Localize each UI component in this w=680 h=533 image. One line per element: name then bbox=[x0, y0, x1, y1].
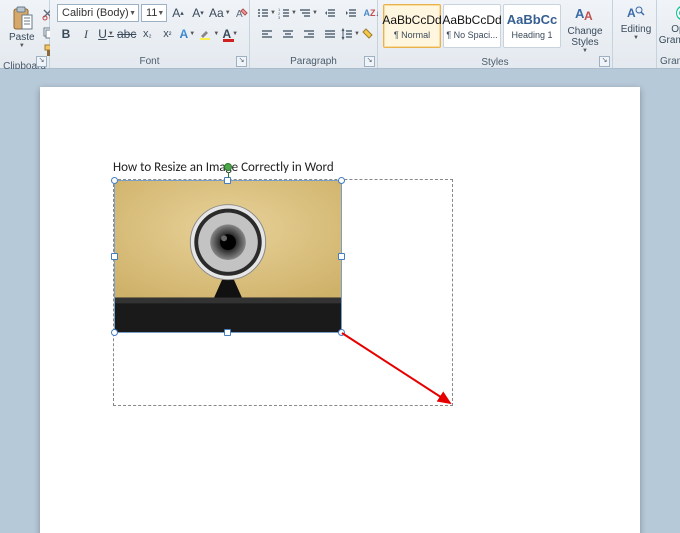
increase-indent-button[interactable] bbox=[341, 4, 360, 22]
editing-button[interactable]: A Editing ▼ bbox=[616, 2, 656, 43]
decrease-indent-button[interactable] bbox=[320, 4, 339, 22]
align-left-button[interactable] bbox=[257, 25, 276, 43]
superscript-button[interactable]: x bbox=[158, 25, 176, 43]
numbering-icon: 123 bbox=[278, 7, 290, 19]
shading-icon bbox=[362, 27, 376, 41]
resize-handle-t[interactable] bbox=[224, 177, 231, 184]
svg-text:A: A bbox=[584, 9, 593, 23]
paste-icon bbox=[11, 6, 33, 32]
shrink-font-button[interactable]: A▾ bbox=[189, 4, 207, 22]
resize-handle-bl[interactable] bbox=[111, 329, 118, 336]
style-heading-1[interactable]: AaBbCc Heading 1 bbox=[503, 4, 561, 48]
align-center-icon bbox=[282, 28, 294, 40]
paste-label: Paste bbox=[9, 32, 35, 43]
justify-button[interactable] bbox=[320, 25, 339, 43]
grow-font-button[interactable]: A▴ bbox=[169, 4, 187, 22]
resize-handle-b[interactable] bbox=[224, 329, 231, 336]
group-label-paragraph: Paragraph bbox=[253, 55, 374, 68]
group-label-grammarly: Grammarly bbox=[660, 55, 680, 68]
bullets-button[interactable]: ▼ bbox=[257, 4, 276, 22]
highlight-button[interactable]: ▼ bbox=[198, 25, 219, 43]
strikethrough-button[interactable]: abc bbox=[117, 25, 136, 43]
find-icon: A bbox=[627, 4, 645, 22]
resize-handle-tl[interactable] bbox=[111, 177, 118, 184]
line-spacing-icon bbox=[341, 28, 353, 40]
group-clipboard: Paste ▼ Clipboard ↘ bbox=[0, 0, 50, 68]
numbering-button[interactable]: 123▼ bbox=[278, 4, 297, 22]
decrease-indent-icon bbox=[324, 7, 336, 19]
font-size-combo[interactable]: 11▼ bbox=[141, 4, 167, 22]
clear-formatting-button[interactable]: A bbox=[233, 4, 251, 22]
ribbon: Paste ▼ Clipboard ↘ Calibri (B bbox=[0, 0, 680, 69]
group-grammarly: Open Grammarly Grammarly bbox=[657, 0, 680, 68]
align-right-icon bbox=[303, 28, 315, 40]
align-right-button[interactable] bbox=[299, 25, 318, 43]
justify-icon bbox=[324, 28, 336, 40]
webcam-image-icon bbox=[115, 181, 341, 332]
group-editing: A Editing ▼ bbox=[613, 0, 657, 68]
change-styles-icon: AA bbox=[575, 4, 595, 24]
change-case-button[interactable]: Aa▼ bbox=[209, 4, 231, 22]
group-paragraph: ▼ 123▼ ▼ AZ↓ ¶ bbox=[250, 0, 378, 68]
styles-dialog-launcher[interactable]: ↘ bbox=[599, 56, 610, 67]
group-label-font: Font bbox=[53, 55, 246, 68]
paragraph-dialog-launcher[interactable]: ↘ bbox=[364, 56, 375, 67]
resize-handle-r[interactable] bbox=[338, 253, 345, 260]
multilevel-list-button[interactable]: ▼ bbox=[299, 4, 318, 22]
align-center-button[interactable] bbox=[278, 25, 297, 43]
group-font: Calibri (Body)▼ 11▼ A▴ A▾ Aa▼ A B I U▼ a… bbox=[50, 0, 250, 68]
open-grammarly-button[interactable]: Open Grammarly bbox=[660, 2, 680, 48]
clear-formatting-icon: A bbox=[235, 6, 249, 20]
font-dialog-launcher[interactable]: ↘ bbox=[236, 56, 247, 67]
group-styles: AaBbCcDd ¶ Normal AaBbCcDd ¶ No Spaci...… bbox=[378, 0, 613, 68]
bullets-icon bbox=[257, 7, 269, 19]
resize-handle-tr[interactable] bbox=[338, 177, 345, 184]
style-normal[interactable]: AaBbCcDd ¶ Normal bbox=[383, 4, 441, 48]
bold-button[interactable]: B bbox=[57, 25, 75, 43]
underline-button[interactable]: U▼ bbox=[97, 25, 115, 43]
highlight-icon bbox=[198, 27, 212, 41]
font-color-button[interactable]: A ▼ bbox=[221, 25, 239, 43]
increase-indent-icon bbox=[345, 7, 357, 19]
text-effects-button[interactable]: A▼ bbox=[178, 25, 196, 43]
paste-button[interactable]: Paste ▼ bbox=[5, 4, 39, 50]
resize-handle-l[interactable] bbox=[111, 253, 118, 260]
svg-text:3: 3 bbox=[278, 15, 281, 19]
multilevel-icon bbox=[299, 7, 311, 19]
align-left-icon bbox=[261, 28, 273, 40]
group-label-styles: Styles bbox=[381, 56, 609, 69]
grammarly-icon bbox=[675, 4, 680, 22]
rotate-handle[interactable] bbox=[224, 163, 232, 171]
inserted-image[interactable] bbox=[114, 180, 342, 333]
style-no-spacing[interactable]: AaBbCcDd ¶ No Spaci... bbox=[443, 4, 501, 48]
font-name-combo[interactable]: Calibri (Body)▼ bbox=[57, 4, 139, 22]
document-workspace[interactable]: How to Resize an Image Correctly in Word bbox=[0, 69, 680, 533]
italic-button[interactable]: I bbox=[77, 25, 95, 43]
subscript-button[interactable]: x bbox=[138, 25, 156, 43]
resize-target-outline bbox=[113, 179, 453, 406]
change-styles-button[interactable]: AA Change Styles ▼ bbox=[563, 4, 607, 54]
resize-handle-br[interactable] bbox=[338, 329, 345, 336]
line-spacing-button[interactable]: ▼ bbox=[341, 25, 360, 43]
clipboard-dialog-launcher[interactable]: ↘ bbox=[36, 56, 47, 67]
document-page: How to Resize an Image Correctly in Word bbox=[40, 87, 640, 533]
svg-text:A: A bbox=[627, 6, 636, 20]
